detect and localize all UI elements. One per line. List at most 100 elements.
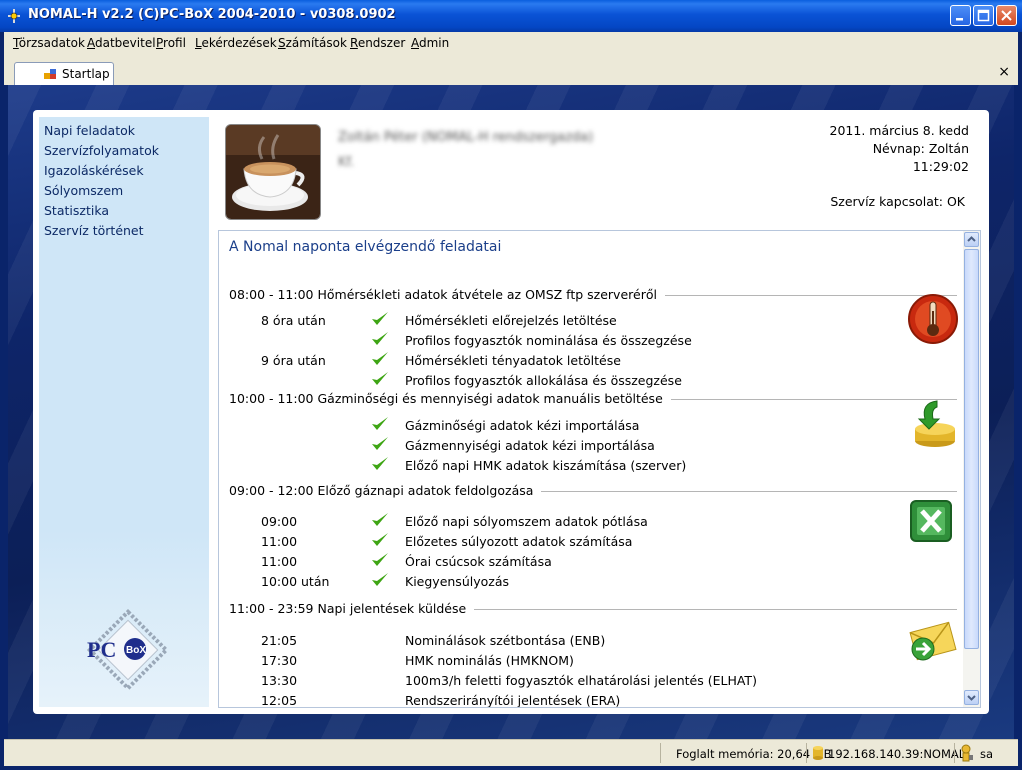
home-tab-icon — [44, 69, 56, 79]
section-divider — [519, 491, 957, 492]
sidebar-item-statisztika[interactable]: Statisztika — [44, 203, 109, 218]
sidebar-item-szerviz-tortenet[interactable]: Szervíz történet — [44, 223, 144, 238]
start-panel: Napi feladatok Szervízfolyamatok Igazolá… — [33, 110, 989, 714]
check-icon — [372, 417, 388, 430]
server-status: 192.168.140.39:NOMAL — [828, 747, 966, 761]
check-icon — [372, 573, 388, 586]
scroll-down-button[interactable] — [964, 690, 979, 705]
coffee-photo — [225, 124, 321, 220]
current-date: 2011. március 8. kedd — [829, 123, 969, 138]
sidebar-item-igazolaskeresek[interactable]: Igazoláskérések — [44, 163, 144, 178]
task-label: Előzetes súlyozott adatok számítása — [405, 534, 633, 549]
task-time: 21:05 — [261, 633, 298, 648]
tasks-title: A Nomal naponta elvégzendő feladatai — [229, 239, 502, 255]
tab-strip: Startlap × — [4, 54, 1018, 85]
maximize-button[interactable] — [973, 5, 994, 26]
task-time: 9 óra után — [261, 353, 326, 368]
current-time: 11:29:02 — [912, 159, 969, 174]
status-separator — [954, 743, 955, 763]
svg-text:PC: PC — [87, 637, 116, 662]
daily-tasks-panel: A Nomal naponta elvégzendő feladatai 08:… — [218, 230, 981, 708]
user-name-blurred: Zoltán Péter (NOMAL-H rendszergazda) — [338, 130, 594, 145]
task-time: 13:30 — [261, 673, 298, 688]
tab-close-button[interactable]: × — [998, 64, 1010, 80]
task-label: Profilos fogyasztók allokálása és összeg… — [405, 373, 682, 388]
task-label: HMK nominálás (HMKNOM) — [405, 653, 574, 668]
status-separator — [806, 743, 807, 763]
excel-icon — [910, 500, 952, 542]
check-icon — [372, 352, 388, 365]
menu-bar: Törzsadatok Adatbevitel Profil Lekérdezé… — [4, 32, 1018, 54]
task-label: Hőmérsékleti tényadatok letöltése — [405, 353, 621, 368]
task-time: 09:00 — [261, 514, 298, 529]
task-label: Előző napi sólyomszem adatok pótlása — [405, 514, 648, 529]
minimize-button[interactable] — [950, 5, 971, 26]
menu-szamitasok[interactable]: Számítások — [278, 36, 347, 50]
user-status: sa — [980, 747, 994, 761]
sidebar: Napi feladatok Szervízfolyamatok Igazolá… — [39, 117, 209, 707]
minimize-icon — [956, 18, 963, 21]
tab-startlap[interactable]: Startlap — [14, 62, 114, 85]
tab-label: Startlap — [62, 67, 110, 81]
task-time: 8 óra után — [261, 313, 326, 328]
menu-admin[interactable]: Admin — [411, 36, 449, 50]
task-time: 12:05 — [261, 693, 298, 708]
menu-rendszer[interactable]: Rendszer — [350, 36, 405, 50]
section-heading-gazminoseg: 10:00 - 11:00 Gázminőségi és mennyiségi … — [229, 391, 671, 406]
sidebar-item-napi-feladatok[interactable]: Napi feladatok — [44, 123, 135, 138]
tasks-scrollbar[interactable] — [963, 231, 980, 707]
close-button[interactable] — [996, 5, 1017, 26]
task-label: Hőmérsékleti előrejelzés letöltése — [405, 313, 617, 328]
check-icon — [372, 457, 388, 470]
section-heading-feldolgozas: 09:00 - 12:00 Előző gáznapi adatok feldo… — [229, 483, 542, 498]
scroll-thumb[interactable] — [964, 249, 979, 649]
task-label: 100m3/h feletti fogyasztók elhatárolási … — [405, 673, 757, 688]
check-icon — [372, 553, 388, 566]
task-label: Gázminőségi adatok kézi importálása — [405, 418, 640, 433]
task-label: Profilos fogyasztók nominálása és összeg… — [405, 333, 692, 348]
memory-status: Foglalt memória: 20,64 MB — [676, 747, 832, 761]
menu-lekerdezesek[interactable]: Lekérdezések — [195, 36, 277, 50]
task-label: Előző napi HMK adatok kiszámítása (szerv… — [405, 458, 687, 473]
scroll-up-button[interactable] — [964, 232, 979, 247]
mail-send-icon — [909, 621, 957, 661]
sidebar-item-szervizfolyamatok[interactable]: Szervízfolyamatok — [44, 143, 159, 158]
svg-text:BoX: BoX — [126, 645, 146, 656]
database-icon — [813, 746, 823, 760]
task-time: 11:00 — [261, 554, 298, 569]
workspace: Napi feladatok Szervízfolyamatok Igazolá… — [8, 85, 1014, 739]
sidebar-item-solyomszem[interactable]: Sólyomszem — [44, 183, 123, 198]
task-label: Gázmennyiségi adatok kézi importálása — [405, 438, 655, 453]
task-time: 10:00 után — [261, 574, 330, 589]
window-title: NOMAL-H v2.2 (C)PC-BoX 2004-2010 - v0308… — [28, 7, 396, 22]
name-day: Névnap: Zoltán — [872, 141, 969, 156]
check-icon — [372, 437, 388, 450]
check-icon — [372, 312, 388, 325]
menu-torzsadatok[interactable]: Törzsadatok — [13, 36, 85, 50]
task-label: Nominálások szétbontása (ENB) — [405, 633, 606, 648]
check-icon — [372, 372, 388, 385]
section-divider — [469, 609, 957, 610]
thermometer-icon — [908, 294, 958, 344]
check-icon — [372, 332, 388, 345]
section-heading-homerseklet: 08:00 - 11:00 Hőmérsékleti adatok átvéte… — [229, 287, 665, 302]
status-separator — [660, 743, 661, 763]
maximize-icon — [977, 9, 990, 22]
menu-profil[interactable]: Profil — [156, 36, 186, 50]
task-label: Kiegyensúlyozás — [405, 574, 509, 589]
chevron-up-icon — [967, 236, 976, 242]
status-bar: Foglalt memória: 20,64 MB 192.168.140.39… — [4, 739, 1018, 766]
user-lock-icon — [961, 744, 973, 762]
check-icon — [372, 513, 388, 526]
user-sub-blurred: Kf. — [338, 155, 355, 170]
pcbox-logo: PC BoX — [86, 608, 170, 692]
app-icon — [8, 9, 20, 23]
task-time: 17:30 — [261, 653, 298, 668]
menu-adatbevitel[interactable]: Adatbevitel — [87, 36, 156, 50]
service-status: Szervíz kapcsolat: OK — [830, 194, 965, 209]
database-import-icon — [915, 400, 955, 447]
close-icon — [1001, 10, 1012, 21]
task-time: 11:00 — [261, 534, 298, 549]
title-bar[interactable]: NOMAL-H v2.2 (C)PC-BoX 2004-2010 - v0308… — [0, 0, 1022, 32]
check-icon — [372, 533, 388, 546]
